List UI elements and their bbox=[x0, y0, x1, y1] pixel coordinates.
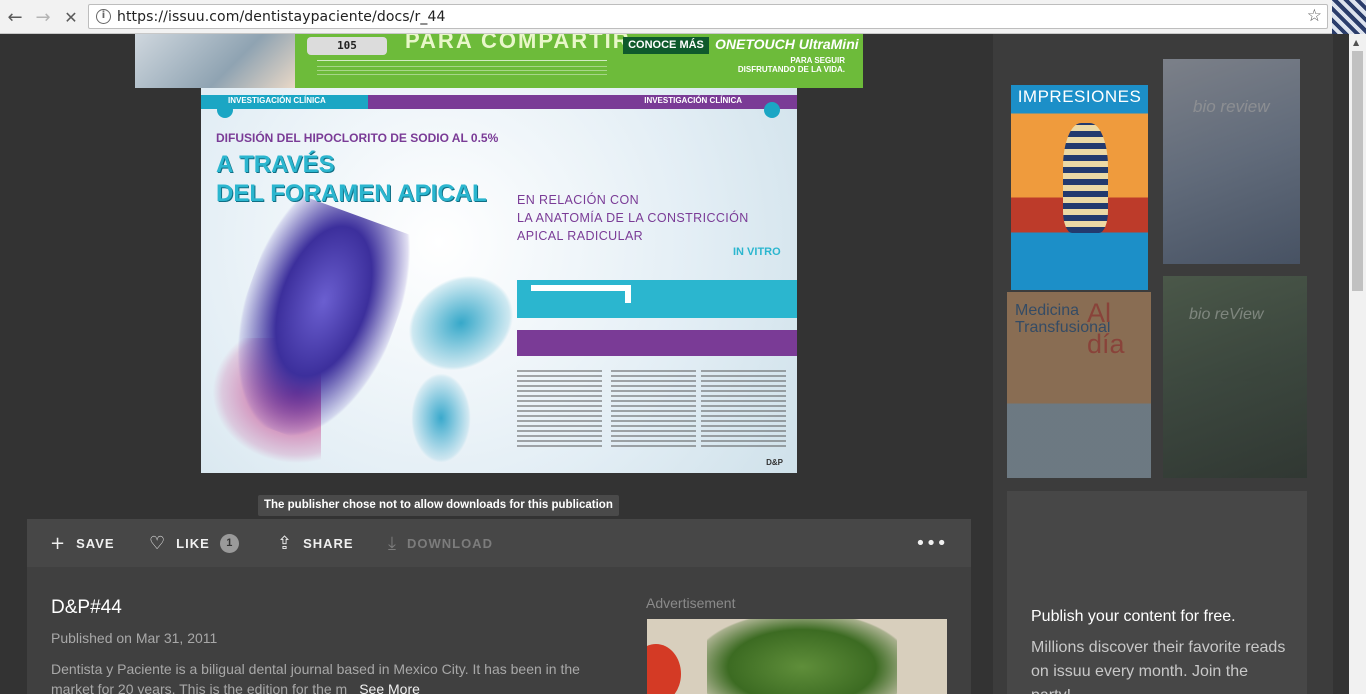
article-subtitle-line: EN RELACIÓN CON bbox=[517, 193, 639, 207]
site-info-icon[interactable]: i bbox=[96, 9, 111, 24]
like-label: LIKE bbox=[176, 535, 210, 551]
see-more-link[interactable]: See More bbox=[359, 681, 420, 694]
ad-photo bbox=[135, 34, 295, 88]
section-header-bar: INVESTIGACIÓN CLÍNICA INVESTIGACIÓN CLÍN… bbox=[201, 95, 797, 109]
ad-headline: PARA COMPARTIR bbox=[405, 34, 631, 53]
thumbnail-title: IMPRESIONES bbox=[1017, 87, 1142, 106]
like-button[interactable]: ♡ LIKE 1 bbox=[149, 519, 239, 567]
section-label-left: INVESTIGACIÓN CLÍNICA bbox=[228, 96, 326, 105]
publication-title: D&P#44 bbox=[51, 597, 122, 618]
publication-date: Published on Mar 31, 2011 bbox=[51, 630, 218, 646]
article-subtitle-line: APICAL RADICULAR bbox=[517, 229, 644, 243]
share-icon: ⇪ bbox=[277, 532, 294, 554]
document-viewer[interactable]: INVESTIGACIÓN CLÍNICA INVESTIGACIÓN CLÍN… bbox=[201, 88, 797, 473]
advertisement-label: Advertisement bbox=[646, 595, 736, 611]
ad-brand-logo: ONETOUCH UltraMini bbox=[715, 36, 859, 52]
more-options-icon[interactable]: ••• bbox=[915, 533, 947, 554]
body-text-column bbox=[517, 370, 602, 450]
advertisement-image[interactable] bbox=[647, 619, 947, 694]
scrollbar-thumb[interactable] bbox=[1352, 51, 1363, 291]
download-button[interactable]: ⤓ DOWNLOAD bbox=[388, 519, 493, 567]
herb-image bbox=[707, 619, 897, 694]
stop-loading-icon[interactable]: ✕ bbox=[60, 6, 82, 28]
ad-glucose-meter: 105 bbox=[307, 37, 387, 55]
affiliations-block bbox=[517, 330, 797, 356]
action-bar: + SAVE ♡ LIKE 1 ⇪ SHARE ⤓ DOWNLOAD ••• bbox=[27, 519, 971, 567]
in-vitro-label: IN VITRO bbox=[733, 246, 781, 258]
ad-fine-print bbox=[317, 60, 607, 61]
description-text: Dentista y Paciente is a biligual dental… bbox=[51, 661, 580, 694]
article-title-line: A TRAVÉS bbox=[216, 151, 335, 178]
browser-toolbar: ← → ✕ i https://issuu.com/dentistaypacie… bbox=[0, 0, 1366, 34]
article-kicker: DIFUSIÓN DEL HIPOCLORITO DE SODIO AL 0.5… bbox=[216, 131, 499, 145]
save-label: SAVE bbox=[76, 535, 115, 551]
article-subtitle-line: LA ANATOMÍA DE LA CONSTRICCIÓN bbox=[517, 211, 749, 225]
publication-details: D&P#44 Published on Mar 31, 2011 Dentist… bbox=[27, 567, 971, 694]
page-scrollbar[interactable]: ▲ bbox=[1349, 34, 1366, 694]
arrow-graphic bbox=[531, 285, 631, 291]
download-icon: ⤓ bbox=[388, 532, 397, 554]
bookmark-star-icon[interactable]: ☆ bbox=[1307, 6, 1322, 26]
related-publication-thumbnail[interactable]: IMPRESIONES bbox=[1011, 85, 1148, 290]
top-advertisement-banner[interactable]: 105 PARA COMPARTIR CONOCE MÁS ONETOUCH U… bbox=[135, 34, 863, 88]
article-subtitle: EN RELACIÓN CON LA ANATOMÍA DE LA CONSTR… bbox=[517, 191, 749, 245]
save-button[interactable]: + SAVE bbox=[50, 519, 115, 567]
thumbnail-title-secondary: Al día bbox=[1087, 298, 1125, 359]
ad-tagline: PARA SEGUIR DISFRUTANDO DE LA VIDA. bbox=[737, 56, 845, 74]
corner-dot-decoration bbox=[764, 102, 780, 118]
section-label-right: INVESTIGACIÓN CLÍNICA bbox=[644, 96, 742, 105]
ad-cta-button[interactable]: CONOCE MÁS bbox=[623, 37, 709, 54]
promo-text: Millions discover their favorite reads o… bbox=[1031, 639, 1286, 694]
thumbnail-title: bio review bbox=[1193, 97, 1270, 116]
article-title: A TRAVÉS DEL FORAMEN APICAL bbox=[216, 150, 487, 208]
arrow-graphic bbox=[625, 285, 631, 303]
tomato-image bbox=[647, 644, 681, 694]
publication-description: Dentista y Paciente is a biligual dental… bbox=[51, 659, 621, 694]
share-label: SHARE bbox=[303, 535, 354, 551]
scroll-up-arrow-icon[interactable]: ▲ bbox=[1353, 38, 1359, 47]
back-arrow-icon[interactable]: ← bbox=[4, 6, 26, 28]
heart-icon: ♡ bbox=[149, 532, 167, 554]
publish-promo-card[interactable]: Publish your content for free. Millions … bbox=[1007, 491, 1307, 694]
plus-icon: + bbox=[50, 532, 67, 554]
like-count-badge: 1 bbox=[219, 533, 239, 553]
browser-theme-decoration bbox=[1332, 0, 1366, 34]
download-disabled-tooltip: The publisher chose not to allow downloa… bbox=[258, 495, 619, 516]
thumbnail-title: bio reView bbox=[1189, 306, 1264, 323]
download-label: DOWNLOAD bbox=[406, 535, 493, 551]
corner-dot-decoration bbox=[217, 102, 233, 118]
cover-illustration bbox=[1063, 123, 1108, 233]
article-title-line: DEL FORAMEN APICAL bbox=[216, 180, 487, 207]
promo-title: Publish your content for free. bbox=[1031, 608, 1236, 625]
related-publication-thumbnail[interactable]: bio reView bbox=[1163, 276, 1307, 478]
blue-leaf-art-small bbox=[411, 373, 471, 463]
share-button[interactable]: ⇪ SHARE bbox=[277, 519, 354, 567]
related-publication-thumbnail[interactable]: bio review bbox=[1163, 59, 1300, 264]
address-bar[interactable]: i https://issuu.com/dentistaypaciente/do… bbox=[88, 4, 1328, 29]
forward-arrow-icon[interactable]: → bbox=[32, 6, 54, 28]
url-text[interactable]: https://issuu.com/dentistaypaciente/docs… bbox=[117, 9, 445, 25]
journal-logo: D&P bbox=[766, 458, 783, 467]
body-text-column bbox=[611, 370, 696, 450]
purple-leaf-art bbox=[206, 189, 426, 457]
related-publication-thumbnail[interactable]: Medicina Transfusional Al día bbox=[1007, 292, 1151, 478]
body-text-column bbox=[701, 370, 786, 450]
